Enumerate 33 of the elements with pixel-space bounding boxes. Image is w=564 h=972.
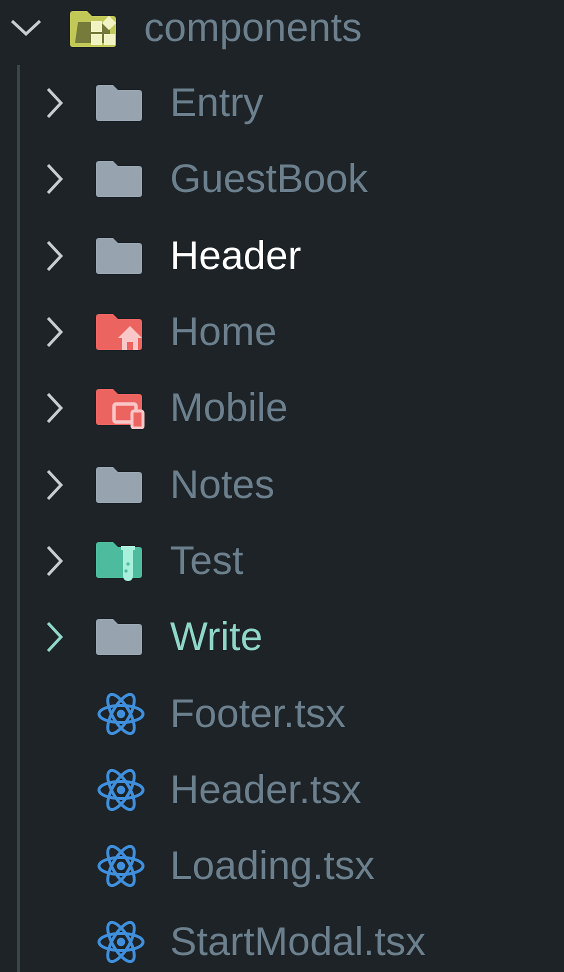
folder-icon xyxy=(96,236,142,276)
folder-icon xyxy=(96,159,142,200)
folder-item[interactable]: Header xyxy=(20,218,564,294)
atom-icon xyxy=(96,766,146,813)
folder-item[interactable]: Notes xyxy=(20,446,564,523)
chevron-down-icon[interactable] xyxy=(10,19,42,37)
file-item[interactable]: Loading.tsx xyxy=(20,828,564,904)
file-item[interactable]: StartModal.tsx xyxy=(20,904,564,972)
folder-item[interactable]: Mobile xyxy=(20,370,564,446)
chevron-right-icon[interactable] xyxy=(46,544,64,577)
folder-test-tube-icon xyxy=(96,540,142,582)
chevron-right-icon[interactable] xyxy=(46,468,64,501)
folder-icon xyxy=(96,464,142,505)
chevron-right-icon[interactable] xyxy=(46,621,64,654)
tree-item[interactable]: components xyxy=(0,0,564,56)
chevron-right-icon[interactable] xyxy=(46,392,64,424)
folder-item[interactable]: Write xyxy=(20,599,564,676)
chevron-right-icon[interactable] xyxy=(46,316,64,348)
folder-devices-icon xyxy=(96,387,146,430)
folder-icon xyxy=(96,617,142,658)
chevron-right-icon[interactable] xyxy=(46,240,64,272)
folder-item[interactable]: Home xyxy=(20,294,564,370)
folder-icon xyxy=(96,83,142,124)
chevron-right-icon[interactable] xyxy=(46,163,64,196)
file-item[interactable]: Footer.tsx xyxy=(20,675,564,752)
atom-icon xyxy=(96,690,146,737)
file-item[interactable]: Header.tsx xyxy=(20,752,564,828)
folder-item[interactable]: Test xyxy=(20,522,564,600)
atom-icon xyxy=(96,919,146,966)
atom-icon xyxy=(96,843,146,890)
chevron-right-icon[interactable] xyxy=(46,87,64,120)
folder-item[interactable]: GuestBook xyxy=(20,141,564,218)
folder-item[interactable]: Entry xyxy=(20,65,564,142)
